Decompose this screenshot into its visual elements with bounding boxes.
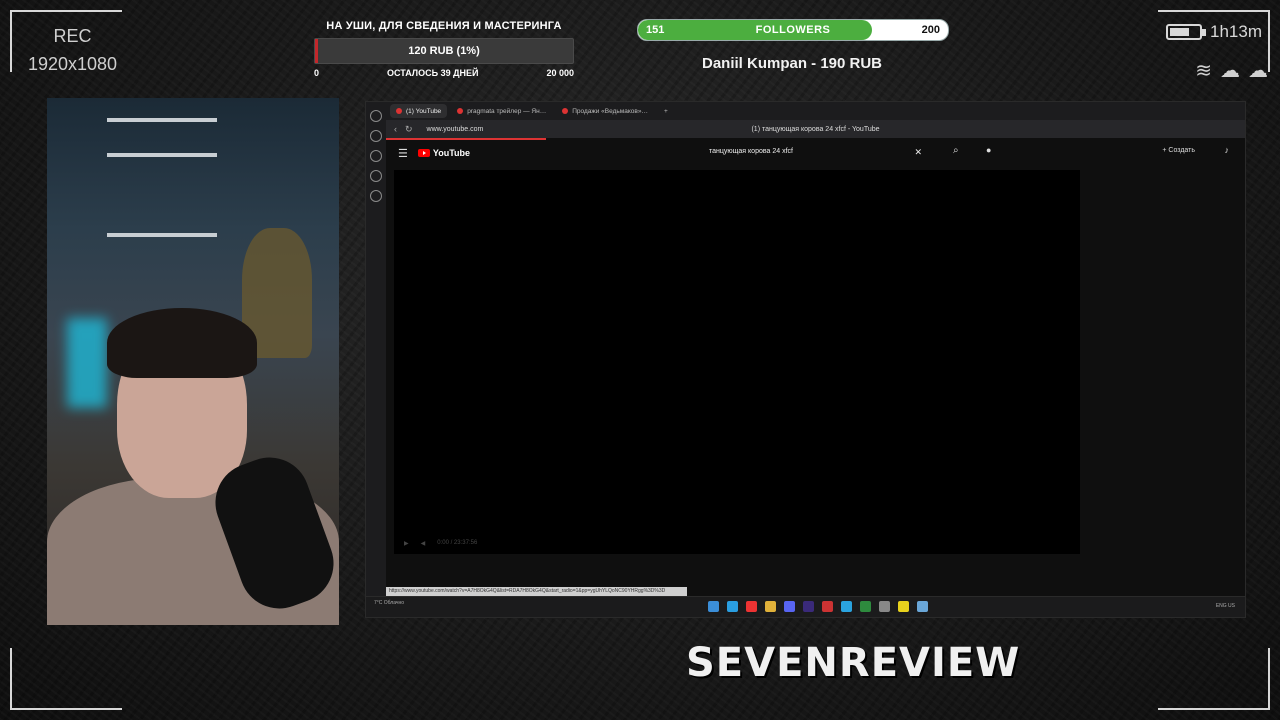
tab-youtube[interactable]: (1) YouTube xyxy=(390,104,448,118)
followers-current: 151 xyxy=(646,24,665,36)
sun-cloud-icon: ☁ xyxy=(1220,60,1240,82)
app-icon[interactable] xyxy=(860,601,871,612)
video-player[interactable]: ▶ ◀ 0:00 / 23:37:56 xyxy=(394,170,1080,554)
led-glow xyxy=(67,318,107,408)
logo-text: YouTube xyxy=(432,148,471,158)
tab-sales[interactable]: Продажи «Ведьмаков»… xyxy=(556,104,654,118)
followers-label: FOLLOWERS xyxy=(755,24,831,36)
goal-remaining: ОСТАЛОСЬ 39 ДНЕЙ xyxy=(386,68,479,78)
sidebar-icon[interactable] xyxy=(370,150,382,162)
sidebar-icon[interactable] xyxy=(370,110,382,122)
search-icon[interactable]: ⌕ xyxy=(953,145,959,156)
rec-label: REC xyxy=(53,26,92,46)
yandex-browser-icon[interactable] xyxy=(746,601,757,612)
premiere-icon[interactable] xyxy=(803,601,814,612)
taskbar-apps xyxy=(708,601,928,612)
browser-sidebar xyxy=(366,102,386,617)
app-icon[interactable] xyxy=(898,601,909,612)
app-icon[interactable] xyxy=(879,601,890,612)
elapsed-indicator: 1h13m xyxy=(1166,22,1262,42)
app-icon[interactable] xyxy=(917,601,928,612)
clear-search-icon[interactable]: ✕ xyxy=(914,144,922,160)
taskbar: 7°C Облачно ENG US xyxy=(366,596,1245,617)
create-label: Создать xyxy=(1168,147,1195,154)
elapsed-time: 1h13m xyxy=(1210,22,1262,41)
edge-icon[interactable] xyxy=(727,601,738,612)
windows-start-icon[interactable] xyxy=(708,601,719,612)
goal-max: 20 000 xyxy=(546,68,574,78)
followers-bar: FOLLOWERS 151 200 xyxy=(637,19,949,41)
tab-bar: (1) YouTube pragmata трейлер — Ян… Прода… xyxy=(386,102,1245,120)
volume-icon[interactable]: ◀ xyxy=(421,540,426,547)
site-favicon-icon xyxy=(562,108,569,114)
file-explorer-icon[interactable] xyxy=(765,601,776,612)
language-indicator[interactable]: ENG US xyxy=(1216,603,1235,609)
channel-brand: SEVENREVIEW xyxy=(686,640,1021,686)
wind-icon: ≋ xyxy=(1195,60,1212,82)
play-icon[interactable]: ▶ xyxy=(404,540,409,547)
player-controls: ▶ ◀ 0:00 / 23:37:56 xyxy=(394,536,1080,550)
discord-icon[interactable] xyxy=(784,601,795,612)
tab-label: (1) YouTube xyxy=(406,107,442,115)
followers-goal: 200 xyxy=(921,24,940,36)
cloud-icon: ☁ xyxy=(1248,60,1268,82)
create-button[interactable]: + Создать xyxy=(1162,147,1195,154)
last-donation: Daniil Kumpan - 190 RUB xyxy=(701,55,883,72)
taskbar-weather[interactable]: 7°C Облачно xyxy=(374,600,404,606)
video-time: 0:00 / 23:37:56 xyxy=(437,540,478,546)
viewfinder-corner-bottom-left xyxy=(10,648,122,710)
youtube-logo[interactable]: YouTube xyxy=(417,148,471,158)
person-hair xyxy=(107,308,257,378)
youtube-play-icon xyxy=(417,149,430,157)
status-url: https://www.youtube.com/watch?v=A7H8OkG4… xyxy=(386,587,687,596)
address-bar: ‹ ↻ www.youtube.com (1) танцующая корова… xyxy=(386,120,1245,138)
microphone-icon[interactable]: ● xyxy=(986,145,991,155)
sidebar-icon[interactable] xyxy=(370,190,382,202)
new-tab-button[interactable]: + xyxy=(658,104,674,118)
youtube-favicon-icon xyxy=(396,108,402,114)
tab-label: pragmata трейлер — Ян… xyxy=(467,107,547,115)
donation-goal: НА УШИ, ДЛЯ СВЕДЕНИЯ И МАСТЕРИНГА 120 RU… xyxy=(314,20,574,78)
viewfinder-corner-bottom-right xyxy=(1158,648,1270,710)
page-title: (1) танцующая корова 24 xfcf - YouTube xyxy=(751,125,880,133)
menu-icon[interactable]: ☰ xyxy=(398,147,408,160)
shelf xyxy=(107,153,217,157)
resolution-label: 1920x1080 xyxy=(27,54,118,74)
rec-indicator: REC 1920x1080 xyxy=(0,22,145,78)
yandex-favicon-icon xyxy=(457,108,464,114)
goal-title: НА УШИ, ДЛЯ СВЕДЕНИЯ И МАСТЕРИНГА xyxy=(326,20,562,32)
weather-icons: ≋ ☁ ☁ xyxy=(1195,58,1268,83)
sidebar-icon[interactable] xyxy=(370,130,382,142)
tab-pragmata[interactable]: pragmata трейлер — Ян… xyxy=(451,104,552,118)
telegram-icon[interactable] xyxy=(841,601,852,612)
goal-progress-bar: 120 RUB (1%) xyxy=(314,38,574,64)
goal-min: 0 xyxy=(314,68,320,78)
webcam-feed xyxy=(47,98,339,625)
search-input[interactable]: танцующая корова 24 xfcf ✕ xyxy=(709,144,924,160)
search-value: танцующая корова 24 xfcf xyxy=(709,148,793,155)
battery-icon xyxy=(1166,24,1207,40)
browser-window: (1) YouTube pragmata трейлер — Ян… Прода… xyxy=(365,101,1246,618)
notifications-icon[interactable]: ♪ xyxy=(1225,145,1230,155)
app-icon[interactable] xyxy=(822,601,833,612)
sidebar-icon[interactable] xyxy=(370,170,382,182)
tab-label: Продажи «Ведьмаков»… xyxy=(572,107,648,115)
shelf xyxy=(107,233,217,237)
shelf xyxy=(107,118,217,122)
youtube-header: ☰ YouTube танцующая корова 24 xfcf ✕ ⌕ ●… xyxy=(386,140,1245,166)
goal-progress-text: 120 RUB (1%) xyxy=(408,45,480,57)
